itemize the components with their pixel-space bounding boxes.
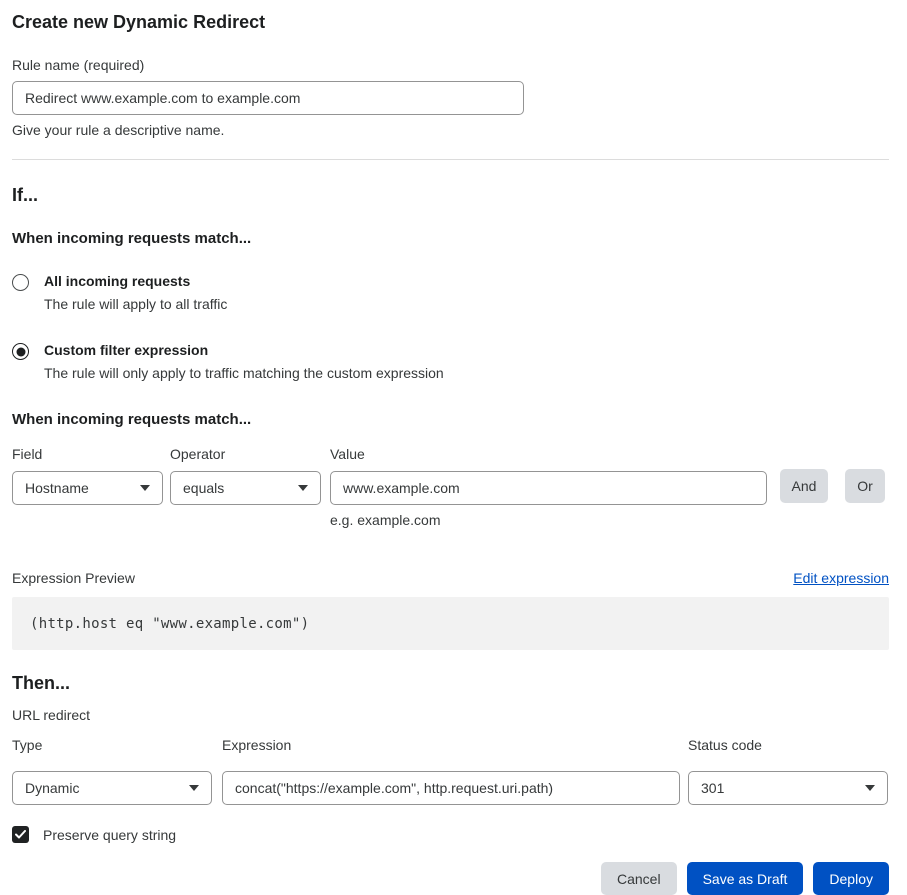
field-label: Field xyxy=(12,446,163,462)
expression-preview-label: Expression Preview xyxy=(12,570,135,586)
deploy-button[interactable]: Deploy xyxy=(813,862,889,895)
rule-name-input[interactable] xyxy=(12,81,524,115)
save-as-draft-button[interactable]: Save as Draft xyxy=(687,862,804,895)
value-helper: e.g. example.com xyxy=(330,512,767,528)
value-input[interactable] xyxy=(330,471,767,505)
checkbox-checked-icon[interactable] xyxy=(12,826,29,843)
expression-preview-header: Expression Preview Edit expression xyxy=(12,570,889,586)
radio-desc-custom-filter: The rule will only apply to traffic matc… xyxy=(44,365,444,381)
edit-expression-link[interactable]: Edit expression xyxy=(793,570,889,586)
create-redirect-form: Create new Dynamic Redirect Rule name (r… xyxy=(0,0,907,895)
page-title: Create new Dynamic Redirect xyxy=(12,12,889,33)
rule-name-label: Rule name (required) xyxy=(12,57,889,73)
type-select[interactable]: Dynamic xyxy=(12,771,212,805)
type-label: Type xyxy=(12,737,212,753)
filter-heading: When incoming requests match... xyxy=(12,411,889,428)
form-actions: Cancel Save as Draft Deploy xyxy=(12,862,889,895)
radio-unchecked-icon[interactable] xyxy=(12,274,29,291)
chevron-down-icon xyxy=(140,485,150,491)
url-redirect-label: URL redirect xyxy=(12,707,889,723)
or-button[interactable]: Or xyxy=(845,469,885,503)
operator-label: Operator xyxy=(170,446,321,462)
section-divider xyxy=(12,159,889,160)
then-heading: Then... xyxy=(12,673,889,694)
operator-select[interactable]: equals xyxy=(170,471,321,505)
filter-builder-row: Field Hostname Operator equals Value e.g… xyxy=(12,446,889,528)
value-label: Value xyxy=(330,446,767,462)
field-select-value: Hostname xyxy=(25,480,89,496)
chevron-down-icon xyxy=(865,785,875,791)
expression-preview-code: (http.host eq "www.example.com") xyxy=(12,597,889,650)
andor-buttons: And Or xyxy=(780,469,885,503)
chevron-down-icon xyxy=(298,485,308,491)
radio-option-all-requests[interactable]: All incoming requests The rule will appl… xyxy=(12,273,889,312)
redirect-config-row: Type Dynamic Expression Status code 301 xyxy=(12,737,889,805)
preserve-query-string-label: Preserve query string xyxy=(43,827,176,843)
match-heading: When incoming requests match... xyxy=(12,230,889,247)
cancel-button[interactable]: Cancel xyxy=(601,862,677,895)
status-code-select-value: 301 xyxy=(701,780,724,796)
operator-select-value: equals xyxy=(183,480,224,496)
expression-label: Expression xyxy=(222,737,680,753)
type-select-value: Dynamic xyxy=(25,780,79,796)
radio-label-custom-filter: Custom filter expression xyxy=(44,342,444,358)
radio-option-custom-filter[interactable]: Custom filter expression The rule will o… xyxy=(12,342,889,381)
if-heading: If... xyxy=(12,185,889,206)
rule-name-helper: Give your rule a descriptive name. xyxy=(12,122,889,138)
and-button[interactable]: And xyxy=(780,469,828,503)
status-code-label: Status code xyxy=(688,737,888,753)
expression-input[interactable] xyxy=(222,771,680,805)
chevron-down-icon xyxy=(189,785,199,791)
field-select[interactable]: Hostname xyxy=(12,471,163,505)
radio-checked-icon[interactable] xyxy=(12,343,29,360)
radio-desc-all-requests: The rule will apply to all traffic xyxy=(44,296,227,312)
status-code-select[interactable]: 301 xyxy=(688,771,888,805)
preserve-query-string-option[interactable]: Preserve query string xyxy=(12,826,889,843)
radio-label-all-requests: All incoming requests xyxy=(44,273,227,289)
match-radio-group: All incoming requests The rule will appl… xyxy=(12,273,889,381)
